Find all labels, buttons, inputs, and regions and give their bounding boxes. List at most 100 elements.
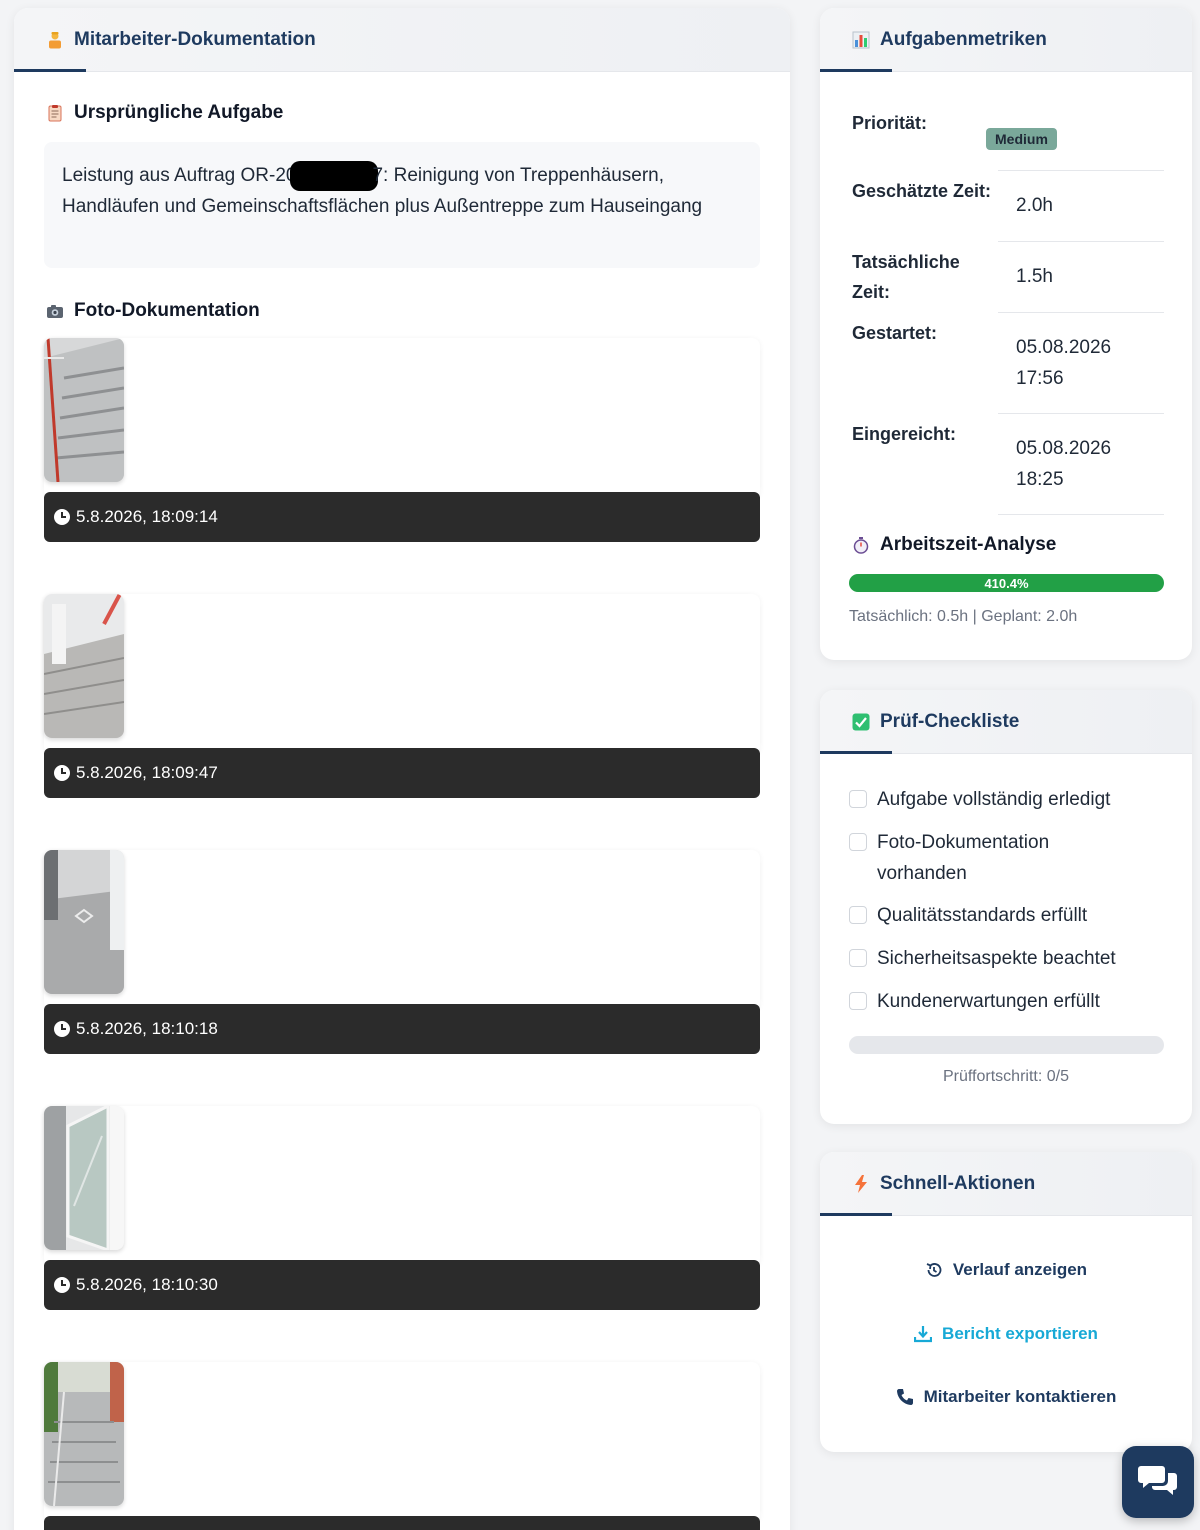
photo-frame	[44, 1106, 760, 1266]
camera-icon	[46, 302, 64, 320]
estimated-time-value: 2.0h	[1016, 195, 1053, 216]
photo-timestamp: 5.8.2026, 18:10:30	[76, 1275, 218, 1294]
priority-badge: Medium	[986, 128, 1057, 150]
checklist-checkbox[interactable]	[849, 992, 867, 1010]
header-accent-line	[820, 751, 892, 754]
phone-icon	[896, 1388, 914, 1406]
checklist-item[interactable]: Foto-Dokumentation vorhanden	[849, 827, 1109, 889]
started-label: Gestartet:	[852, 323, 938, 343]
row-divider	[998, 413, 1164, 414]
photo-timestamp: 5.8.2026, 18:09:14	[76, 507, 218, 526]
header-accent-line	[820, 69, 892, 72]
photo-item: 5.8.2026, 18:09:47	[44, 594, 760, 798]
row-divider	[998, 170, 1164, 171]
checklist-item[interactable]: Qualitätsstandards erfüllt	[849, 900, 1087, 931]
employee-documentation-header: Mitarbeiter-Dokumentation	[14, 8, 790, 72]
lightning-icon	[852, 1174, 870, 1193]
checklist-title: Prüf-Checkliste	[880, 710, 1020, 732]
quick-actions-card: Schnell-Aktionen Verlauf anzeigen Berich…	[820, 1152, 1192, 1452]
clipboard-icon	[46, 104, 64, 122]
export-report-label: Bericht exportieren	[942, 1324, 1098, 1343]
photo-timestamp-bar: 5.8.2026, 18:10:30	[44, 1260, 760, 1310]
work-time-progress-fill: 410.4%	[849, 574, 1164, 592]
photo-section-title: Foto-Dokumentation	[74, 300, 260, 321]
photo-timestamp-bar: 5.8.2026, 18:09:14	[44, 492, 760, 542]
task-metrics-header: Aufgabenmetriken	[820, 8, 1192, 72]
row-divider	[998, 312, 1164, 313]
actual-time-value: 1.5h	[1016, 266, 1053, 287]
photo-thumbnail[interactable]	[44, 1362, 124, 1506]
export-report-button[interactable]: Bericht exportieren	[820, 1324, 1192, 1344]
photo-thumbnail[interactable]	[44, 338, 124, 482]
download-icon	[913, 1325, 933, 1343]
work-time-progress-bar: 410.4%	[849, 574, 1164, 592]
view-history-label: Verlauf anzeigen	[952, 1260, 1088, 1279]
checklist-progress-bar	[849, 1036, 1164, 1054]
clock-icon	[54, 765, 70, 781]
task-metrics-title: Aufgabenmetriken	[880, 28, 1047, 50]
task-description: Leistung aus Auftrag OR-20 7: Reinigung v…	[44, 142, 760, 268]
contact-employee-label: Mitarbeiter kontaktieren	[923, 1387, 1117, 1406]
checklist-item[interactable]: Kundenerwartungen erfüllt	[849, 986, 1100, 1017]
photo-frame	[44, 594, 760, 754]
priority-label: Priorität:	[852, 113, 928, 133]
checklist-item-label: Qualitätsstandards erfüllt	[877, 905, 1088, 926]
photo-thumbnail[interactable]	[44, 594, 124, 738]
bar-chart-icon	[852, 31, 870, 49]
history-icon	[925, 1261, 943, 1279]
row-divider	[998, 514, 1164, 515]
photo-thumbnail[interactable]	[44, 1106, 124, 1250]
checklist-item[interactable]: Sicherheitsaspekte beachtet	[849, 943, 1116, 974]
analysis-heading: Arbeitszeit-Analyse	[852, 534, 1056, 556]
photo-timestamp-bar: 5.8.2026, 18:10:18	[44, 1004, 760, 1054]
photo-timestamp-bar	[44, 1516, 760, 1530]
work-time-progress-label: 410.4%	[984, 575, 1029, 591]
task-section-heading: Ursprüngliche Aufgabe	[46, 102, 283, 124]
task-metrics-card: Aufgabenmetriken Priorität: Medium Gesch…	[820, 8, 1192, 660]
stopwatch-icon	[852, 536, 870, 554]
checklist-item-label: Kundenerwartungen erfüllt	[877, 991, 1100, 1012]
view-history-button[interactable]: Verlauf anzeigen	[820, 1260, 1192, 1280]
photo-timestamp: 5.8.2026, 18:10:18	[76, 1019, 218, 1038]
checklist-checkbox[interactable]	[849, 833, 867, 851]
photo-frame	[44, 850, 760, 1010]
header-accent-line	[820, 1213, 892, 1216]
contact-employee-button[interactable]: Mitarbeiter kontaktieren	[820, 1387, 1192, 1407]
clock-icon	[54, 509, 70, 525]
checklist-item-label: Sicherheitsaspekte beachtet	[877, 948, 1116, 969]
chat-icon	[1138, 1463, 1178, 1502]
clock-icon	[54, 1021, 70, 1037]
photo-item: 5.8.2026, 18:10:18	[44, 850, 760, 1054]
employee-documentation-title: Mitarbeiter-Dokumentation	[74, 28, 316, 50]
checklist-progress-text: Prüffortschritt: 0/5	[943, 1068, 1069, 1085]
task-section-title: Ursprüngliche Aufgabe	[74, 102, 284, 123]
chat-button[interactable]	[1122, 1446, 1194, 1518]
work-time-summary: Tatsächlich: 0.5h | Geplant: 2.0h	[849, 608, 1078, 625]
task-text-before: Leistung aus Auftrag OR-20	[62, 165, 297, 186]
photo-item: 5.8.2026, 18:09:14	[44, 338, 760, 542]
started-value: 05.08.2026 17:56	[1016, 337, 1112, 389]
submitted-value: 05.08.2026 18:25	[1016, 438, 1112, 490]
analysis-title: Arbeitszeit-Analyse	[880, 534, 1057, 555]
submitted-label: Eingereicht:	[852, 424, 957, 444]
quick-actions-header: Schnell-Aktionen	[820, 1152, 1192, 1216]
photo-thumbnail[interactable]	[44, 850, 124, 994]
photo-frame	[44, 1362, 760, 1522]
checklist-card: Prüf-Checkliste Aufgabe vollständig erle…	[820, 690, 1192, 1124]
photo-section-heading: Foto-Dokumentation	[46, 300, 260, 322]
check-square-icon	[852, 713, 870, 731]
photo-timestamp-bar: 5.8.2026, 18:09:47	[44, 748, 760, 798]
estimated-time-label: Geschätzte Zeit:	[852, 181, 992, 201]
header-accent-line	[14, 69, 86, 72]
photo-item: 5.8.2026, 18:10:30	[44, 1106, 760, 1310]
worker-icon	[46, 31, 64, 49]
checklist-checkbox[interactable]	[849, 949, 867, 967]
photo-item	[44, 1362, 760, 1530]
checklist-checkbox[interactable]	[849, 906, 867, 924]
checklist-item[interactable]: Aufgabe vollständig erledigt	[849, 784, 1110, 815]
checklist-header: Prüf-Checkliste	[820, 690, 1192, 754]
actual-time-label: Tatsächliche Zeit:	[852, 252, 960, 302]
checklist-checkbox[interactable]	[849, 790, 867, 808]
checklist-item-label: Aufgabe vollständig erledigt	[877, 789, 1111, 810]
quick-actions-title: Schnell-Aktionen	[880, 1172, 1036, 1194]
